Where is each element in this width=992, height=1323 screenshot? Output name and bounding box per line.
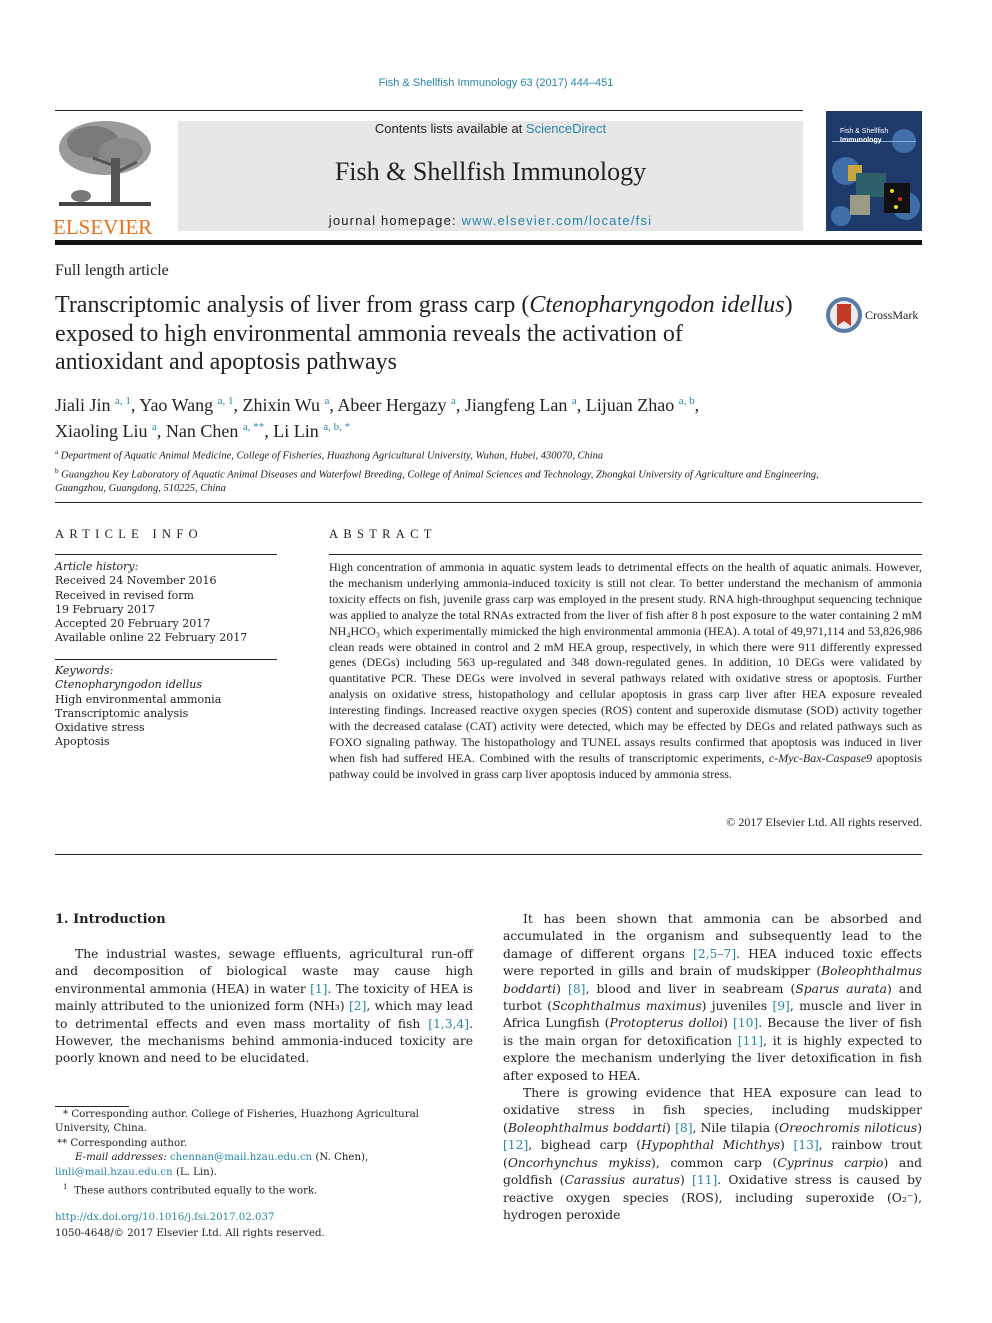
- affiliation-a: a Department of Aquatic Animal Medicine,…: [55, 448, 604, 462]
- section-rule: [55, 502, 922, 503]
- elsevier-logo[interactable]: ELSEVIER: [53, 118, 157, 238]
- author[interactable]: Jiangfeng Lan a: [465, 395, 577, 415]
- homepage-link[interactable]: www.elsevier.com/locate/fsi: [462, 213, 653, 228]
- intro-paragraph-1: The industrial wastes, sewage effluents,…: [55, 947, 473, 1066]
- footnote-rule: [55, 1106, 129, 1107]
- issn-copyright: 1050-4648/© 2017 Elsevier Ltd. All right…: [55, 1228, 325, 1239]
- doi-block: http://dx.doi.org/10.1016/j.fsi.2017.02.…: [55, 1210, 325, 1242]
- keyword: Ctenopharyngodon idellus: [55, 678, 203, 692]
- author[interactable]: Nan Chen a, **: [166, 421, 264, 441]
- author[interactable]: Abeer Hergazy a: [337, 395, 456, 415]
- author[interactable]: Li Lin a, b, *: [273, 421, 350, 441]
- citation-link[interactable]: [2]: [349, 999, 366, 1013]
- homepage-line: journal homepage: www.elsevier.com/locat…: [178, 213, 803, 228]
- history-item: Available online 22 February 2017: [55, 631, 248, 645]
- header-rule: [55, 110, 803, 111]
- intro-paragraph-3: There is growing evidence that HEA expos…: [503, 1086, 922, 1222]
- keywords: Keywords: Ctenopharyngodon idellus High …: [55, 664, 277, 750]
- email-link[interactable]: chennan@mail.hzau.edu.cn: [170, 1152, 312, 1163]
- author-list: Jiali Jin a, 1, Yao Wang a, 1, Zhixin Wu…: [55, 395, 700, 441]
- email-link[interactable]: linli@mail.hzau.edu.cn: [55, 1167, 173, 1178]
- affiliations: a Department of Aquatic Animal Medicine,…: [55, 445, 845, 496]
- citation-link[interactable]: [1]: [310, 982, 327, 996]
- intro-paragraph-2: It has been shown that ammonia can be ab…: [503, 912, 922, 1083]
- history-label: Article history:: [55, 560, 139, 573]
- contents-line: Contents lists available at ScienceDirec…: [178, 121, 803, 136]
- abstract-copyright: © 2017 Elsevier Ltd. All rights reserved…: [726, 815, 922, 829]
- citation-link[interactable]: [9]: [772, 999, 789, 1013]
- journal-name: Fish & Shellfish Immunology: [334, 157, 647, 186]
- article-info-heading: ARTICLE INFO: [55, 527, 203, 541]
- title-part1: Transcriptomic analysis of liver from gr…: [55, 292, 530, 318]
- section-heading-introduction: 1. Introduction: [55, 912, 166, 927]
- right-column: It has been shown that ammonia can be ab…: [503, 911, 922, 1224]
- citation-link[interactable]: [8]: [675, 1121, 692, 1135]
- journal-masthead: Contents lists available at ScienceDirec…: [178, 121, 803, 231]
- abstract-heading: ABSTRACT: [329, 527, 437, 541]
- history-item: Received 24 November 2016: [55, 574, 217, 588]
- citation-link[interactable]: [8]: [568, 982, 585, 996]
- footnote-equal-contribution: 1 These authors contributed equally to t…: [63, 1183, 318, 1197]
- author[interactable]: Xiaoling Liu a: [55, 421, 157, 441]
- citation-link[interactable]: [12]: [503, 1138, 528, 1152]
- crossmark-icon: [826, 297, 862, 333]
- abstract-text: High concentration of ammonia in aquatic…: [329, 560, 922, 783]
- doi-link[interactable]: http://dx.doi.org/10.1016/j.fsi.2017.02.…: [55, 1210, 325, 1226]
- citation-link[interactable]: [2,5–7]: [693, 947, 736, 961]
- cover-title: Fish & Shellfish Immunology: [840, 127, 888, 145]
- journal-cover-image[interactable]: Fish & Shellfish Immunology: [826, 111, 922, 231]
- author[interactable]: Lijuan Zhao a, b: [586, 395, 695, 415]
- history-item: Accepted 20 February 2017: [55, 617, 211, 631]
- author[interactable]: Yao Wang a, 1: [139, 395, 233, 415]
- crossmark-button[interactable]: CrossMark: [825, 296, 925, 336]
- keyword: High environmental ammonia: [55, 692, 222, 706]
- keywords-label: Keywords:: [55, 664, 114, 677]
- abstract-rule: [329, 554, 922, 555]
- journal-citation[interactable]: Fish & Shellfish Immunology 63 (2017) 44…: [0, 77, 992, 89]
- citation-link[interactable]: [13]: [794, 1138, 819, 1152]
- crossmark-label: CrossMark: [865, 308, 919, 322]
- cover-title-line1: Fish & Shellfish: [840, 128, 889, 135]
- article-type: Full length article: [55, 262, 169, 279]
- footnotes: * Corresponding author. College of Fishe…: [55, 1108, 473, 1199]
- article-title: Transcriptomic analysis of liver from gr…: [55, 291, 795, 377]
- abstract-bottom-rule: [55, 854, 922, 855]
- keywords-rule: [55, 659, 277, 660]
- title-species: Ctenopharyngodon idellus: [529, 292, 785, 318]
- author[interactable]: Jiali Jin a, 1: [55, 395, 131, 415]
- elsevier-tree-icon: [59, 121, 151, 206]
- affiliation-b: b Guangzhou Key Laboratory of Aquatic An…: [55, 466, 819, 495]
- keyword: Oxidative stress: [55, 721, 145, 735]
- keyword: Apoptosis: [55, 735, 110, 749]
- citation-link[interactable]: [11]: [692, 1173, 717, 1187]
- cover-title-line2: Immunology: [840, 137, 882, 144]
- sciencedirect-link[interactable]: ScienceDirect: [526, 121, 606, 136]
- homepage-prefix: journal homepage:: [328, 213, 462, 228]
- citation-link[interactable]: [10]: [733, 1016, 758, 1030]
- abstract-text-1: High concentration of ammonia in aquatic…: [329, 560, 922, 765]
- article-history: Article history: Received 24 November 20…: [55, 560, 277, 646]
- footnote-corresponding-1: * Corresponding author. College of Fishe…: [55, 1109, 419, 1135]
- article-info-rule: [55, 554, 277, 555]
- header-thick-rule: [55, 240, 922, 245]
- citation-link[interactable]: [11]: [738, 1034, 763, 1048]
- history-item: 19 February 2017: [55, 602, 155, 616]
- author[interactable]: Zhixin Wu a: [243, 395, 330, 415]
- footnote-corresponding-2: ** Corresponding author.: [57, 1137, 188, 1149]
- keyword: Transcriptomic analysis: [55, 706, 189, 720]
- history-item: Received in revised form: [55, 588, 194, 602]
- abstract-pathway: c-Myc-Bax-Caspase9: [768, 750, 873, 765]
- contents-prefix: Contents lists available at: [374, 121, 526, 136]
- citation-link[interactable]: [1,3,4]: [428, 1017, 469, 1031]
- elsevier-wordmark: ELSEVIER: [53, 215, 153, 239]
- footnote-emails: E-mail addresses: chennan@mail.hzau.edu.…: [55, 1152, 369, 1178]
